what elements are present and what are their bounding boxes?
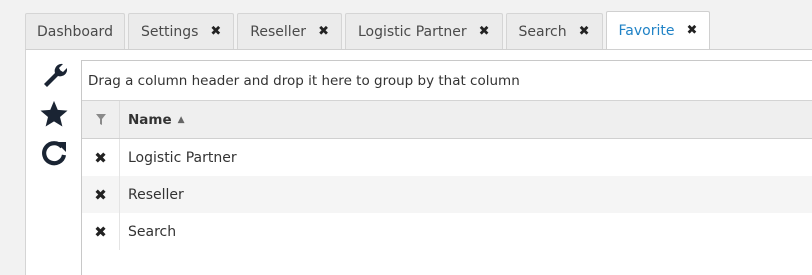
tab-favorite[interactable]: Favorite ✖ bbox=[605, 11, 711, 49]
refresh-icon bbox=[42, 141, 67, 166]
tab-favorite-label: Favorite bbox=[618, 22, 675, 39]
wrench-button[interactable] bbox=[26, 54, 82, 94]
remove-favorite-icon[interactable]: ✖ bbox=[82, 176, 120, 213]
side-toolbar bbox=[26, 50, 82, 275]
row-name: Search bbox=[128, 223, 177, 240]
table-row[interactable]: ✖ Reseller bbox=[82, 176, 812, 213]
refresh-button[interactable] bbox=[26, 133, 82, 173]
group-by-hint: Drag a column header and drop it here to… bbox=[88, 72, 520, 89]
remove-favorite-icon[interactable]: ✖ bbox=[82, 139, 120, 176]
close-icon[interactable]: ✖ bbox=[579, 24, 590, 39]
favorite-panel: Drag a column header and drop it here to… bbox=[25, 49, 812, 275]
table-row[interactable]: ✖ Logistic Partner bbox=[82, 139, 812, 176]
favorites-grid: Drag a column header and drop it here to… bbox=[81, 60, 812, 275]
tab-dashboard-label: Dashboard bbox=[37, 23, 113, 40]
tab-logistic-partner[interactable]: Logistic Partner ✖ bbox=[344, 13, 503, 49]
tab-reseller[interactable]: Reseller ✖ bbox=[237, 13, 342, 49]
tab-dashboard[interactable]: Dashboard bbox=[25, 13, 125, 49]
star-icon bbox=[40, 100, 68, 127]
grid-header-row: Name ▲ bbox=[82, 101, 812, 139]
tab-strip: Dashboard Settings ✖ Reseller ✖ Logistic… bbox=[25, 11, 812, 49]
tab-logistic-partner-label: Logistic Partner bbox=[357, 23, 467, 40]
column-header-name[interactable]: Name ▲ bbox=[120, 112, 185, 128]
tab-search[interactable]: Search ✖ bbox=[505, 13, 603, 49]
row-name: Logistic Partner bbox=[128, 149, 237, 166]
table-row[interactable]: ✖ Search bbox=[82, 213, 812, 250]
row-name: Reseller bbox=[128, 186, 184, 203]
close-icon[interactable]: ✖ bbox=[318, 24, 329, 39]
close-icon[interactable]: ✖ bbox=[686, 23, 697, 38]
filter-button[interactable] bbox=[82, 101, 120, 138]
remove-favorite-icon[interactable]: ✖ bbox=[82, 213, 120, 250]
close-icon[interactable]: ✖ bbox=[210, 24, 221, 39]
sort-ascending-icon: ▲ bbox=[177, 114, 185, 125]
group-by-drop-zone[interactable]: Drag a column header and drop it here to… bbox=[82, 61, 812, 101]
tab-reseller-label: Reseller bbox=[250, 23, 307, 40]
star-button[interactable] bbox=[26, 94, 82, 134]
tab-settings-label: Settings bbox=[140, 23, 199, 40]
tab-settings[interactable]: Settings ✖ bbox=[127, 13, 235, 49]
filter-icon bbox=[95, 114, 106, 125]
wrench-icon bbox=[44, 63, 67, 87]
column-header-name-label: Name bbox=[128, 111, 172, 128]
tab-search-label: Search bbox=[518, 23, 567, 40]
close-icon[interactable]: ✖ bbox=[479, 24, 490, 39]
